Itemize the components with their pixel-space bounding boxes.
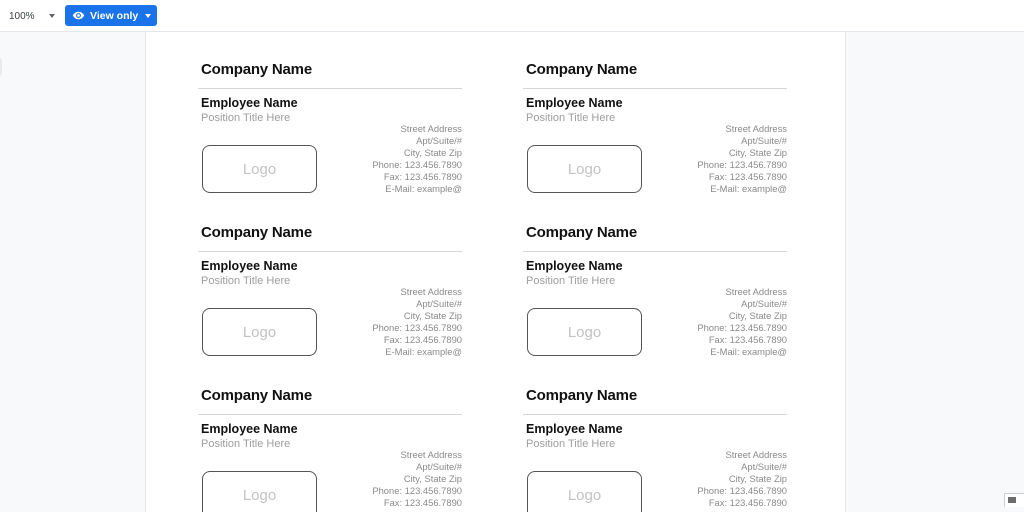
position-title: Position Title Here [526, 112, 616, 124]
email-line: E-Mail: example@ [710, 183, 787, 195]
employee-name: Employee Name [526, 96, 623, 110]
address-line: Street Address [400, 123, 463, 134]
position-title: Position Title Here [201, 275, 291, 287]
divider [198, 88, 462, 89]
fax-line: Fax: 123.456.7890 [708, 334, 787, 346]
employee-name: Employee Name [201, 259, 298, 273]
business-card: Company Name Employee Name Position Titl… [523, 32, 787, 194]
address-block: Street Address Apt/Suite/# City, State Z… [697, 286, 787, 359]
address-block: Street Address Apt/Suite/# City, State Z… [372, 286, 462, 359]
address-line: City, State Zip [728, 473, 787, 485]
phone-line: Phone: 123.456.7890 [697, 159, 787, 171]
phone-line: Phone: 123.456.7890 [697, 485, 787, 497]
company-name: Company Name [526, 387, 637, 404]
fax-line: Fax: 123.456.7890 [708, 171, 787, 183]
divider [523, 414, 787, 415]
scroll-corner[interactable] [1004, 493, 1024, 507]
divider [198, 414, 462, 415]
fax-line: Fax: 123.456.7890 [383, 497, 462, 509]
employee-name: Employee Name [526, 259, 623, 273]
position-title: Position Title Here [526, 275, 616, 287]
address-line: City, State Zip [728, 310, 787, 322]
toolbar: 100% View only [0, 0, 1024, 32]
address-line: City, State Zip [403, 147, 462, 159]
side-panel-handle[interactable] [0, 56, 2, 78]
company-name: Company Name [526, 61, 637, 78]
business-card: Company Name Employee Name Position Titl… [198, 358, 462, 512]
eye-icon [72, 9, 85, 22]
address-line: City, State Zip [728, 147, 787, 159]
address-line: Apt/Suite/# [416, 135, 462, 147]
position-title: Position Title Here [201, 438, 291, 450]
phone-line: Phone: 123.456.7890 [697, 322, 787, 334]
position-title: Position Title Here [526, 438, 616, 450]
logo-placeholder: Logo [202, 308, 317, 356]
address-block: Street Address Apt/Suite/# City, State Z… [697, 123, 787, 196]
address-line: Apt/Suite/# [741, 135, 787, 147]
zoom-value: 100% [9, 10, 35, 22]
logo-placeholder: Logo [202, 145, 317, 193]
email-line: E-Mail: example@ [385, 346, 462, 358]
address-line: Apt/Suite/# [741, 298, 787, 310]
business-card: Company Name Employee Name Position Titl… [523, 195, 787, 357]
chevron-down-icon [48, 14, 55, 18]
divider [523, 251, 787, 252]
view-only-label: View only [90, 9, 139, 22]
address-line: Street Address [725, 286, 788, 297]
company-name: Company Name [526, 224, 637, 241]
employee-name: Employee Name [526, 422, 623, 436]
address-block: Street Address Apt/Suite/# City, State Z… [372, 123, 462, 196]
address-line: Street Address [400, 449, 463, 460]
zoom-dropdown[interactable]: 100% [9, 7, 55, 25]
position-title: Position Title Here [201, 112, 291, 124]
address-line: Apt/Suite/# [416, 298, 462, 310]
address-line: Apt/Suite/# [416, 461, 462, 473]
address-line: Apt/Suite/# [741, 461, 787, 473]
business-card: Company Name Employee Name Position Titl… [198, 32, 462, 194]
employee-name: Employee Name [201, 422, 298, 436]
fax-line: Fax: 123.456.7890 [383, 171, 462, 183]
phone-line: Phone: 123.456.7890 [372, 159, 462, 171]
company-name: Company Name [201, 224, 312, 241]
view-only-button[interactable]: View only [65, 5, 157, 26]
email-line: E-Mail: example@ [710, 346, 787, 358]
divider [523, 88, 787, 89]
employee-name: Employee Name [201, 96, 298, 110]
address-line: City, State Zip [403, 473, 462, 485]
address-line: Street Address [725, 449, 788, 460]
address-block: Street Address Apt/Suite/# City, State Z… [697, 449, 787, 509]
logo-placeholder: Logo [527, 471, 642, 512]
logo-placeholder: Logo [527, 145, 642, 193]
address-block: Street Address Apt/Suite/# City, State Z… [372, 449, 462, 509]
company-name: Company Name [201, 387, 312, 404]
business-card: Company Name Employee Name Position Titl… [523, 358, 787, 512]
phone-line: Phone: 123.456.7890 [372, 485, 462, 497]
logo-placeholder: Logo [527, 308, 642, 356]
divider [198, 251, 462, 252]
address-line: City, State Zip [403, 310, 462, 322]
document-page: Company Name Employee Name Position Titl… [145, 32, 846, 512]
chevron-down-icon [145, 13, 152, 18]
address-line: Street Address [725, 123, 788, 134]
fax-line: Fax: 123.456.7890 [383, 334, 462, 346]
logo-placeholder: Logo [202, 471, 317, 512]
phone-line: Phone: 123.456.7890 [372, 322, 462, 334]
email-line: E-Mail: example@ [385, 183, 462, 195]
company-name: Company Name [201, 61, 312, 78]
business-card: Company Name Employee Name Position Titl… [198, 195, 462, 357]
address-line: Street Address [400, 286, 463, 297]
fax-line: Fax: 123.456.7890 [708, 497, 787, 509]
